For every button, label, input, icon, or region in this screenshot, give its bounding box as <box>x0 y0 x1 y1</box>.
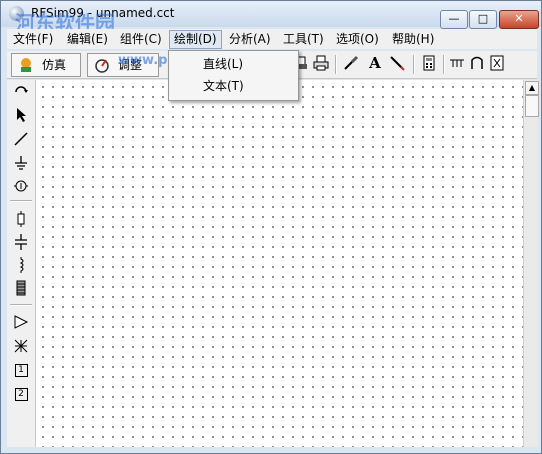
text-tool-icon[interactable]: A <box>367 54 383 72</box>
menu-help[interactable]: 帮助(H) <box>388 31 438 48</box>
tune-icon <box>94 57 110 73</box>
calculator-icon[interactable] <box>421 55 437 71</box>
pointer-icon[interactable] <box>13 107 29 123</box>
coupler-icon[interactable] <box>469 55 485 71</box>
pencil-icon[interactable] <box>389 55 405 71</box>
component-toolbar: 1 2 <box>7 80 36 447</box>
close-button[interactable]: ✕ <box>499 10 539 29</box>
menu-options[interactable]: 选项(O) <box>332 31 383 48</box>
rotate-icon[interactable] <box>13 84 29 100</box>
paint-brush-icon[interactable] <box>343 55 359 71</box>
simulate-icon <box>18 57 34 73</box>
capacitor-icon[interactable] <box>13 234 29 250</box>
draw-menu-dropdown: 直线(L) 文本(T) <box>168 50 299 101</box>
toolbar-separator <box>443 55 445 74</box>
source-icon[interactable] <box>13 178 29 194</box>
two-port-box-icon[interactable]: 2 <box>13 386 29 402</box>
menu-components[interactable]: 组件(C) <box>116 31 166 48</box>
menu-item-line[interactable]: 直线(L) <box>203 54 243 74</box>
minimize-button[interactable]: — <box>440 10 468 29</box>
schematic-canvas[interactable] <box>36 80 523 447</box>
app-window: RFSim99 - unnamed.cct 河东软件园 — □ ✕ 文件(F) … <box>0 0 542 454</box>
menu-item-text[interactable]: 文本(T) <box>203 76 244 96</box>
toolbar-separator <box>10 304 32 306</box>
one-port-box-icon[interactable]: 1 <box>13 362 29 378</box>
menu-draw[interactable]: 绘制(D) <box>169 30 222 49</box>
scroll-up-arrow[interactable]: ▲ <box>525 81 539 95</box>
amplifier-icon[interactable] <box>13 314 29 330</box>
toolbar-separator <box>413 55 415 74</box>
box-one-label: 1 <box>14 363 28 377</box>
inductor-icon[interactable] <box>13 257 29 273</box>
scroll-thumb[interactable] <box>525 95 539 117</box>
simulate-label: 仿真 <box>42 58 67 72</box>
maximize-button[interactable]: □ <box>469 10 497 29</box>
menu-file[interactable]: 文件(F) <box>9 31 57 48</box>
toolbar-separator <box>10 200 32 202</box>
title-bar[interactable]: RFSim99 - unnamed.cct 河东软件园 — □ ✕ <box>1 1 541 35</box>
smith-chart-icon[interactable] <box>489 55 505 71</box>
resistor-icon[interactable] <box>13 211 29 227</box>
toolbar-separator <box>335 55 337 74</box>
menu-tools[interactable]: 工具(T) <box>279 31 328 48</box>
menu-analysis[interactable]: 分析(A) <box>225 31 275 48</box>
transmission-line-icon[interactable] <box>449 55 465 71</box>
simulate-button[interactable]: 仿真 <box>11 53 81 77</box>
ground-icon[interactable] <box>13 155 29 171</box>
coupler-component-icon[interactable] <box>13 338 29 354</box>
vertical-scrollbar[interactable]: ▲ <box>523 80 539 447</box>
printer-icon[interactable] <box>313 55 329 71</box>
menu-bar: 文件(F) 编辑(E) 组件(C) 绘制(D) 分析(A) 工具(T) 选项(O… <box>7 29 537 49</box>
menu-edit[interactable]: 编辑(E) <box>63 31 112 48</box>
wire-icon[interactable] <box>13 131 29 147</box>
box-two-label: 2 <box>14 387 28 401</box>
transformer-icon[interactable] <box>13 280 29 296</box>
